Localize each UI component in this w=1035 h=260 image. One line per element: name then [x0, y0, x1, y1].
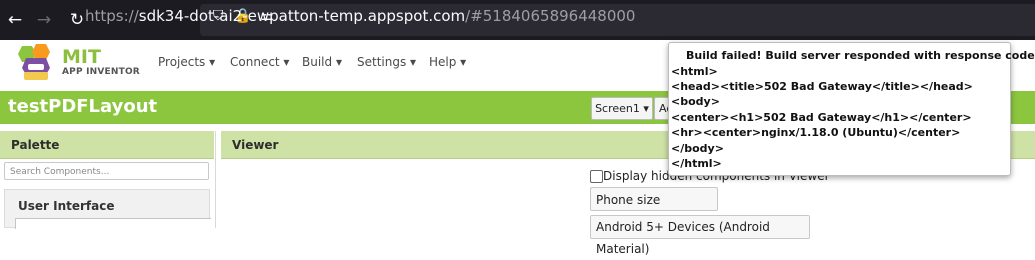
logo-app-inventor-text[interactable]: APP INVENTOR	[62, 67, 140, 77]
menu-projects[interactable]: Projects ▾	[158, 55, 215, 69]
menu-settings[interactable]: Settings ▾	[357, 55, 416, 69]
palette-title: Palette	[11, 138, 60, 152]
viewer-title: Viewer	[232, 138, 279, 152]
error-line-3: <body>	[671, 95, 720, 108]
error-line-6: </body>	[671, 142, 724, 155]
error-line-2: <head><title>502 Bad Gateway</title></he…	[671, 80, 973, 93]
menu-connect[interactable]: Connect ▾	[230, 55, 289, 69]
app-inventor-logo-icon[interactable]	[14, 42, 58, 82]
menu-build[interactable]: Build ▾	[302, 55, 342, 69]
project-title: testPDFLayout	[8, 96, 158, 117]
menu-help[interactable]: Help ▾	[429, 55, 466, 69]
error-line-4: <center><h1>502 Bad Gateway</h1></center…	[671, 111, 972, 124]
logo-mit-text[interactable]: MIT	[62, 47, 101, 67]
forward-arrow-icon[interactable]: →	[33, 9, 55, 31]
screen-select-button[interactable]: Screen1 ▾	[591, 97, 653, 120]
component-search-input[interactable]: Search Components...	[4, 162, 209, 180]
user-interface-component-list	[15, 218, 211, 229]
error-line-1: <html>	[671, 65, 718, 78]
error-line-5: <hr><center>nginx/1.18.0 (Ubuntu)</cente…	[671, 126, 961, 139]
phone-size-select[interactable]: Phone size (505,320)	[590, 187, 718, 231]
build-error-title: Build failed! Build server responded wit…	[686, 49, 1035, 62]
url-text[interactable]: https://sdk34-dot-ai2-ewpatton-temp.apps…	[85, 8, 635, 24]
theme-select[interactable]: Android 5+ Devices (Android Material)	[590, 215, 810, 256]
user-interface-group-label[interactable]: User Interface	[18, 199, 115, 213]
display-hidden-checkbox[interactable]	[590, 170, 603, 183]
back-arrow-icon[interactable]: ←	[4, 9, 26, 31]
error-line-7: </html>	[671, 157, 722, 170]
